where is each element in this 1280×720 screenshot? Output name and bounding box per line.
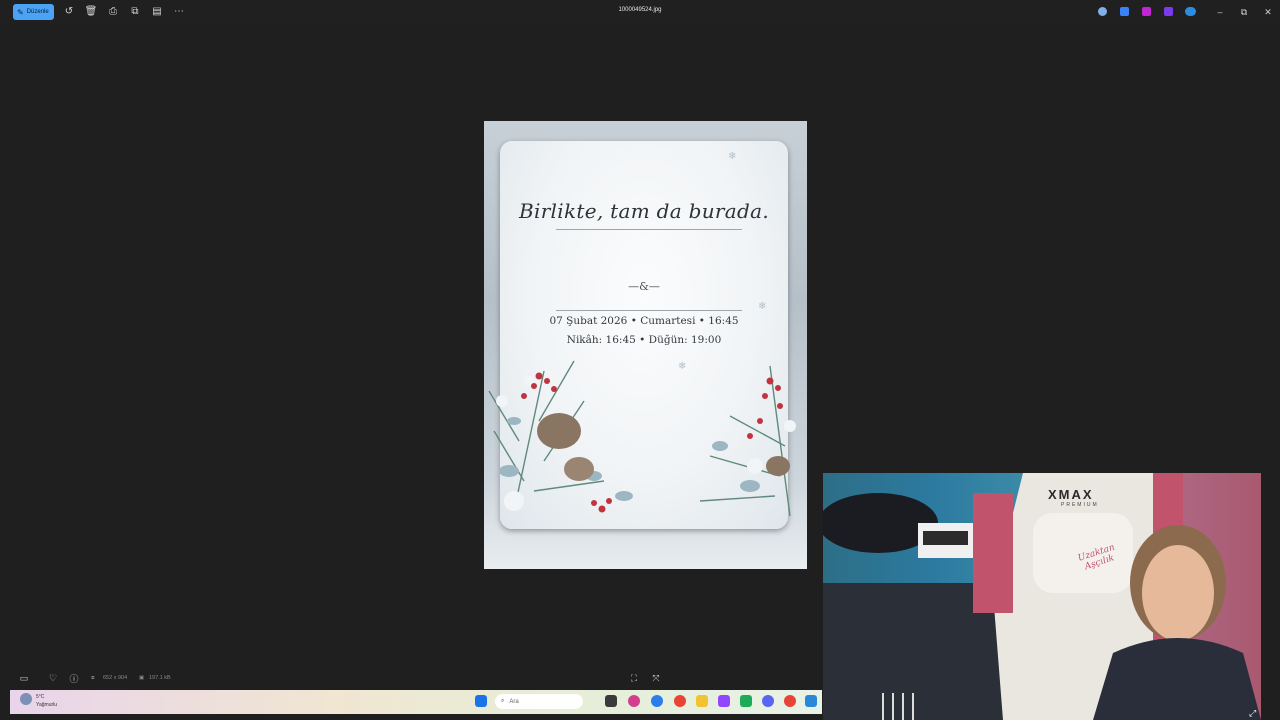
search-icon: ⌕ <box>501 698 505 704</box>
chrome-icon[interactable] <box>674 695 686 707</box>
search-placeholder: Ara <box>509 698 519 705</box>
snowflake-icon: ❄ <box>728 151 737 162</box>
snowflake-icon: ❄ <box>678 361 687 372</box>
chair-brand-sub: PREMIUM <box>1061 502 1099 508</box>
edit-button-label: Düzenle <box>26 9 49 15</box>
webcam-scene <box>823 473 1261 720</box>
chrome-profile-icon[interactable] <box>784 695 796 707</box>
resize-icon[interactable]: ⤢ <box>1249 708 1259 718</box>
discord-icon[interactable] <box>762 695 774 707</box>
copilot-icon[interactable] <box>1098 7 1107 16</box>
rotate-icon[interactable]: ↺ <box>61 4 77 20</box>
weather-description: Yağmurlu <box>36 702 58 708</box>
taskbar-search[interactable]: ⌕ Ara <box>495 694 583 709</box>
photo-edit-icon[interactable] <box>1120 7 1129 16</box>
favorite-icon[interactable]: ♡ <box>47 672 59 684</box>
twitch-icon[interactable] <box>718 695 730 707</box>
invitation-heading: Birlikte, tam da burada. <box>519 199 769 223</box>
onedrive-icon[interactable] <box>1185 7 1196 16</box>
webcam-overlay: XMAX PREMIUM Uzaktan Aşçılık ⤢ <box>823 473 1261 720</box>
clipchamp-icon[interactable] <box>1142 7 1151 16</box>
opera-icon[interactable] <box>628 695 640 707</box>
image-dimensions-icon: ⧈ <box>91 675 95 681</box>
edit-button[interactable]: ✎ Düzenle <box>13 4 54 20</box>
title-bar <box>0 0 1280 24</box>
weather-temperature: 5°C <box>36 694 45 700</box>
snowflake-icon: ❄ <box>758 301 767 312</box>
app-icon[interactable] <box>740 695 752 707</box>
info-panel-icon[interactable]: ▤ <box>149 4 165 20</box>
image-dimensions: 652 x 904 <box>103 675 128 681</box>
minimize-icon[interactable]: – <box>1212 4 1228 20</box>
weather-icon[interactable] <box>20 693 32 705</box>
delete-icon[interactable]: 🗑 <box>83 4 99 20</box>
print-icon[interactable]: ⎙ <box>105 4 121 20</box>
winter-floral-left <box>488 360 633 513</box>
file-size-icon: ▣ <box>139 675 145 681</box>
file-size: 197.1 kB <box>149 675 171 681</box>
start-icon[interactable] <box>475 695 487 707</box>
share-icon[interactable]: ⧉ <box>127 4 143 20</box>
restore-icon[interactable]: ⧉ <box>1236 4 1252 20</box>
info-icon[interactable]: ⓘ <box>68 672 80 684</box>
designer-icon[interactable] <box>1164 7 1173 16</box>
invitation-card: ❄ ❄ ❄ Birlikte, tam da burada. —&— 07 Şu… <box>488 141 796 529</box>
filmstrip-icon[interactable]: ▭ <box>18 672 30 684</box>
photo-viewer-image: ❄ ❄ ❄ Birlikte, tam da burada. —&— 07 Şu… <box>484 121 807 569</box>
winter-floral-right <box>699 365 796 517</box>
photos-icon[interactable] <box>805 695 817 707</box>
file-explorer-icon[interactable] <box>696 695 708 707</box>
pencil-icon: ✎ <box>17 7 24 17</box>
full-screen-icon[interactable]: ⤧ <box>650 672 662 684</box>
fit-to-window-icon[interactable]: ⛶ <box>628 672 640 684</box>
edge-icon[interactable] <box>651 695 663 707</box>
task-view-icon[interactable] <box>605 695 617 707</box>
chair-brand: XMAX <box>1048 487 1094 502</box>
divider <box>556 229 742 230</box>
more-options-icon[interactable]: ⋯ <box>171 4 187 20</box>
close-icon[interactable]: ✕ <box>1260 4 1276 20</box>
